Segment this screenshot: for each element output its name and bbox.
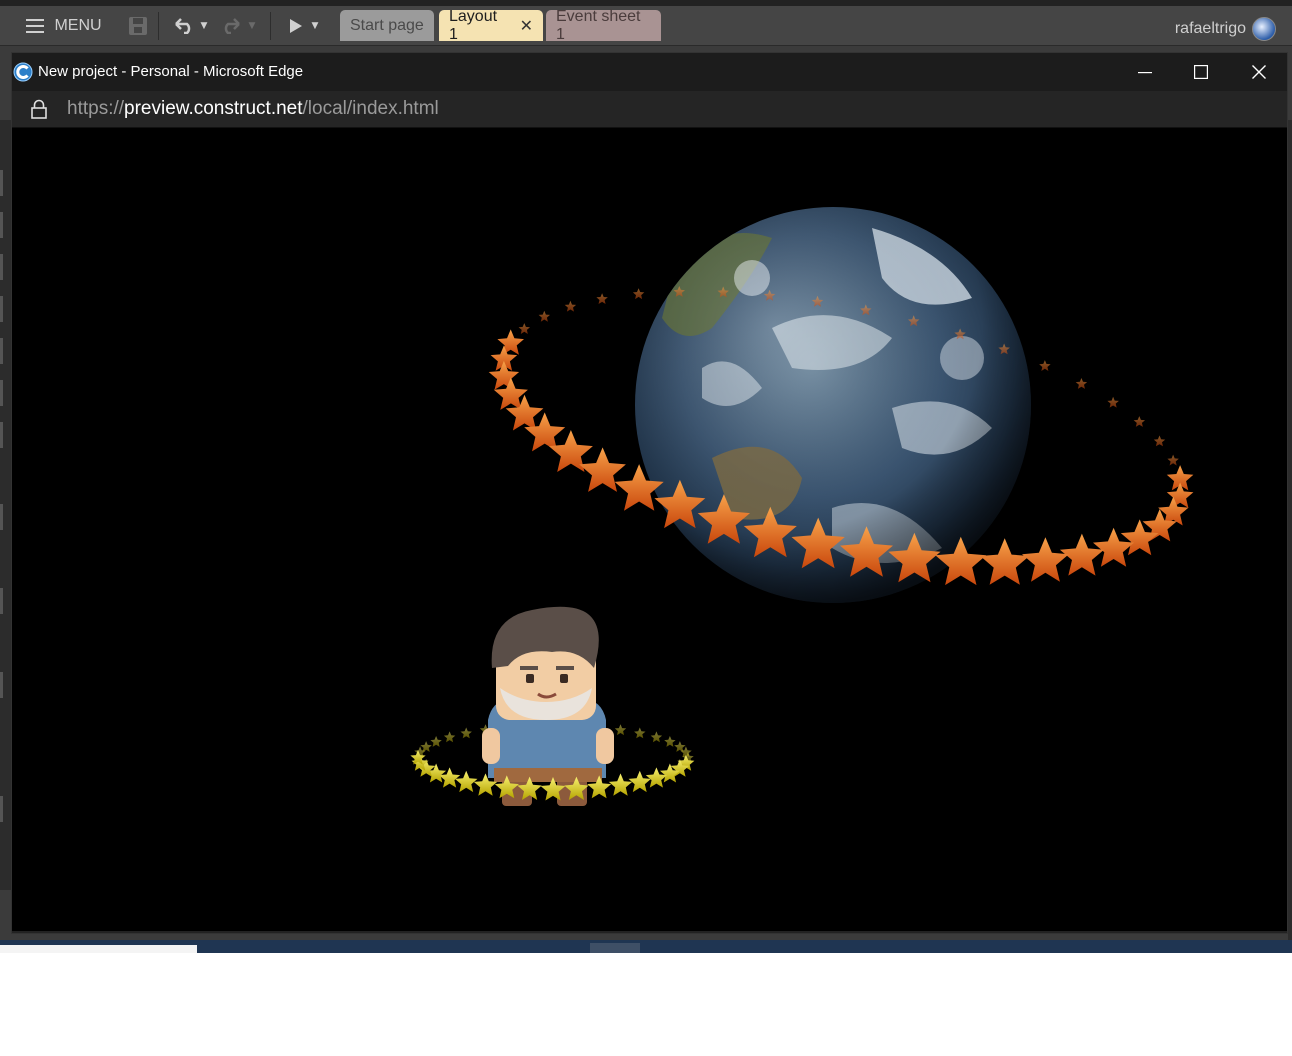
star-sprite xyxy=(1133,416,1145,427)
maximize-button[interactable] xyxy=(1173,53,1229,91)
star-sprite xyxy=(1167,454,1179,466)
panel-handle xyxy=(0,254,3,280)
star-sprite xyxy=(608,773,633,796)
redo-button[interactable] xyxy=(216,10,246,42)
tab-event-sheet-1[interactable]: Event sheet 1 xyxy=(546,7,661,43)
hamburger-icon xyxy=(26,19,45,33)
panel-handle xyxy=(0,212,3,238)
minimize-icon xyxy=(1138,72,1152,74)
star-sprite xyxy=(1022,537,1069,582)
star-sprite xyxy=(438,767,461,788)
username: rafaeltrigo xyxy=(1174,20,1246,37)
window-title: New project - Personal - Microsoft Edge xyxy=(38,63,304,80)
panel-handle xyxy=(0,380,3,406)
preview-dropdown-button[interactable]: ▼ xyxy=(308,10,322,42)
star-sprite xyxy=(538,310,550,322)
star-sprite xyxy=(634,727,646,739)
panel-handle xyxy=(0,170,3,196)
user-account[interactable]: rafaeltrigo xyxy=(1175,17,1276,41)
save-icon xyxy=(129,17,147,35)
status-bar-section xyxy=(0,945,197,953)
tab-layout-1[interactable]: Layout 1 ✕ xyxy=(439,7,543,43)
close-icon xyxy=(1252,65,1266,79)
character-sprite xyxy=(482,606,614,806)
star-sprite xyxy=(460,727,472,739)
panel-handle xyxy=(0,588,3,614)
tab-start-page[interactable]: Start page xyxy=(340,10,434,41)
menu-label: MENU xyxy=(54,17,102,34)
star-sprite xyxy=(664,736,676,747)
star-sprite xyxy=(455,770,478,793)
tab-label: Event sheet 1 xyxy=(556,7,641,43)
status-bar-section xyxy=(590,943,640,953)
star-sprite xyxy=(488,360,520,390)
canvas-bottom-edge xyxy=(12,931,1287,933)
game-canvas[interactable] xyxy=(12,128,1287,933)
star-sprite xyxy=(420,741,432,752)
url-host: preview.construct.net xyxy=(124,98,303,119)
redo-dropdown-button[interactable]: ▼ xyxy=(246,10,258,42)
save-button[interactable] xyxy=(122,10,154,42)
star-sprite xyxy=(645,767,668,788)
star-sprite xyxy=(614,724,627,736)
star-sprite xyxy=(632,288,645,300)
game-scene xyxy=(410,207,1194,806)
star-sprite xyxy=(1075,378,1088,389)
right-panel-edge xyxy=(1288,120,1292,940)
window-titlebar[interactable]: New project - Personal - Microsoft Edge xyxy=(12,53,1287,91)
address-bar[interactable]: https://preview.construct.net/local/inde… xyxy=(12,91,1287,128)
star-sprite xyxy=(443,731,456,743)
star-sprite xyxy=(1153,435,1166,447)
tab-label: Layout 1 xyxy=(449,7,498,43)
star-sprite xyxy=(628,770,651,793)
url-path: /local/index.html xyxy=(302,98,439,119)
star-sprite xyxy=(1039,360,1051,371)
redo-icon xyxy=(224,18,240,34)
undo-dropdown-button[interactable]: ▼ xyxy=(198,10,210,42)
panel-handle xyxy=(0,338,3,364)
star-sprite xyxy=(564,300,577,312)
close-window-button[interactable] xyxy=(1231,53,1287,91)
construct-logo-icon xyxy=(13,62,33,82)
edge-preview-window: New project - Personal - Microsoft Edge … xyxy=(11,52,1288,934)
tab-label: Start page xyxy=(350,16,424,34)
lock-icon xyxy=(31,99,47,119)
panel-handle xyxy=(0,672,3,698)
star-sprite xyxy=(518,323,530,334)
panel-handle xyxy=(0,296,3,322)
editor-toolbar: MENU ▼ ▼ ▼ Start page Layout 1 ✕ Event s… xyxy=(0,6,1292,46)
star-sprite xyxy=(650,731,663,743)
star-sprite xyxy=(674,741,686,752)
preview-button[interactable] xyxy=(284,10,308,42)
undo-icon xyxy=(175,18,191,34)
url-scheme: https:// xyxy=(67,98,125,119)
avatar xyxy=(1252,17,1276,41)
star-sprite xyxy=(430,736,442,747)
star-sprite xyxy=(596,293,608,304)
toolbar-separator xyxy=(270,12,271,40)
panel-handle xyxy=(0,796,3,822)
panel-handle xyxy=(0,504,3,530)
star-sprite xyxy=(980,538,1030,585)
undo-button[interactable] xyxy=(170,10,198,42)
maximize-icon xyxy=(1194,65,1208,79)
toolbar-separator xyxy=(158,12,159,40)
url-text[interactable]: https://preview.construct.net/local/inde… xyxy=(67,98,439,120)
menu-button[interactable]: MENU xyxy=(18,10,110,42)
play-icon xyxy=(290,19,302,33)
panel-handle xyxy=(0,422,3,448)
star-sprite xyxy=(1107,396,1119,408)
close-icon[interactable]: ✕ xyxy=(520,16,533,36)
star-sprite xyxy=(497,329,524,355)
minimize-button[interactable] xyxy=(1117,53,1173,91)
